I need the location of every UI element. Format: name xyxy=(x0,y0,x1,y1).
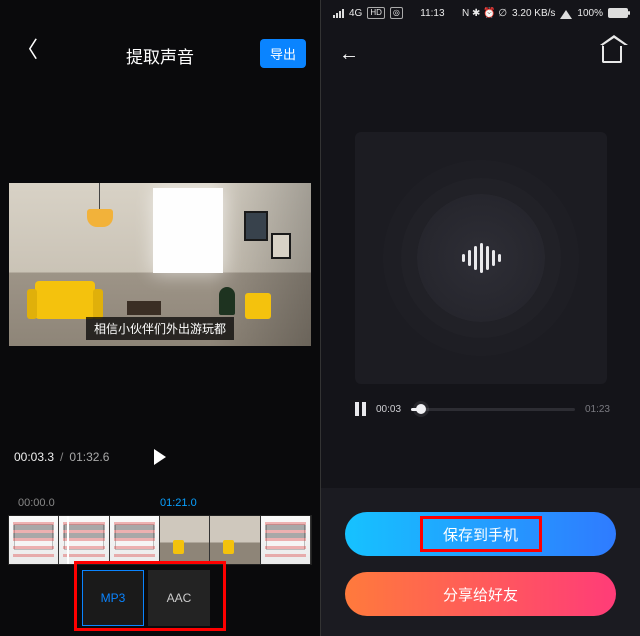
player-current-time: 00:03 xyxy=(376,404,401,415)
pause-icon[interactable] xyxy=(355,402,366,416)
progress-knob[interactable] xyxy=(416,404,426,414)
export-button[interactable]: 导出 xyxy=(260,39,306,68)
action-button-area: 保存到手机 分享给好友 xyxy=(321,488,640,636)
timeline-strip[interactable] xyxy=(8,515,312,565)
save-to-phone-button[interactable]: 保存到手机 xyxy=(345,512,616,556)
video-preview[interactable]: 相信小伙伴们外出游玩都 xyxy=(9,183,311,346)
battery-pct: 100% xyxy=(577,8,603,19)
player-duration: 01:23 xyxy=(585,404,610,415)
network-label: 4G xyxy=(349,8,362,19)
signal-icon xyxy=(333,9,344,18)
playback-time-row: 00:03.3 / 01:32.6 xyxy=(0,450,320,464)
wifi-icon xyxy=(560,7,572,19)
share-button-label: 分享给好友 xyxy=(443,584,518,605)
clock: 11:13 xyxy=(420,8,444,19)
share-to-friends-button[interactable]: 分享给好友 xyxy=(345,572,616,616)
timeline-start: 00:00.0 xyxy=(18,497,55,509)
battery-icon xyxy=(608,8,628,18)
back-icon[interactable]: ← xyxy=(339,43,359,66)
save-button-label: 保存到手机 xyxy=(443,524,518,545)
rec-badge: ◎ xyxy=(390,7,403,19)
back-icon[interactable]: 〈 xyxy=(16,32,38,64)
extract-audio-screen: 〈 提取声音 导出 相信小伙伴们外出游玩都 00:03.3 / 01:32.6 … xyxy=(0,0,320,636)
video-subtitle: 相信小伙伴们外出游玩都 xyxy=(86,317,234,340)
audio-preview-card xyxy=(355,132,607,384)
audio-waveform-icon[interactable] xyxy=(417,194,545,322)
time-separator: / xyxy=(60,450,63,464)
net-speed: 3.20 KB/s xyxy=(512,8,555,19)
audio-result-screen: 4G HD ◎ 11:13 N ✱ ⏰ ∅ 3.20 KB/s 100% ← 0… xyxy=(320,0,640,636)
timeline-zone: 00:00.0 01:21.0 MP3 AAC xyxy=(0,497,320,636)
timeline-labels: 00:00.0 01:21.0 xyxy=(0,497,320,509)
progress-bar[interactable] xyxy=(411,408,575,411)
header: 〈 提取声音 导出 xyxy=(0,0,320,78)
format-aac[interactable]: AAC xyxy=(148,570,210,626)
current-time: 00:03.3 xyxy=(14,450,54,464)
status-bar: 4G HD ◎ 11:13 N ✱ ⏰ ∅ 3.20 KB/s 100% xyxy=(321,0,640,26)
home-icon[interactable] xyxy=(602,45,622,63)
format-tabs: MP3 AAC xyxy=(82,570,210,626)
audio-player-row: 00:03 01:23 xyxy=(355,402,610,416)
timeline-mid: 01:21.0 xyxy=(160,497,197,509)
play-icon[interactable] xyxy=(154,449,166,465)
total-duration: 01:32.6 xyxy=(69,450,109,464)
timeline-cursor[interactable] xyxy=(67,515,69,565)
format-mp3[interactable]: MP3 xyxy=(82,570,144,626)
hd-badge: HD xyxy=(367,7,385,19)
status-icons: N ✱ ⏰ ∅ xyxy=(462,8,507,19)
header: ← xyxy=(321,26,640,82)
